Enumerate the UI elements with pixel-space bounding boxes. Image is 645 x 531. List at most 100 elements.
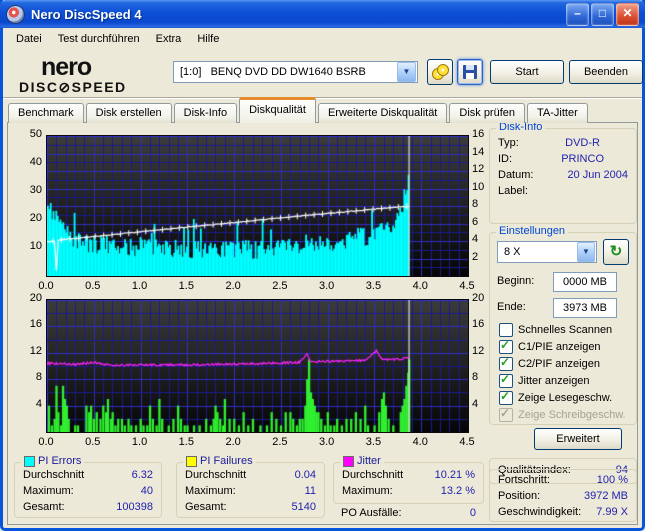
- menu-test-durchfuehren[interactable]: Test durchführen: [50, 31, 148, 47]
- axis-tick-label: 0.0: [38, 280, 54, 292]
- total-value: 100398: [116, 501, 153, 513]
- disk-id-value: PRINCO: [561, 153, 604, 165]
- axis-tick-label: 40: [29, 156, 42, 168]
- axis-tick-label: 20: [29, 292, 42, 304]
- avg-value: 0.04: [294, 469, 316, 481]
- checkbox-label: Zeige Lesegeschw.: [518, 391, 613, 404]
- disk-type-value: DVD-R: [565, 137, 600, 149]
- axis-tick-label: 4.0: [412, 436, 428, 448]
- menu-hilfe[interactable]: Hilfe: [189, 31, 227, 47]
- tab-erweiterte-diskqualitaet[interactable]: Erweiterte Diskqualität: [317, 103, 448, 123]
- speed-value: 7.99 X: [596, 506, 628, 518]
- end-field[interactable]: 3973 MB: [553, 298, 617, 318]
- po-failures-value: 0: [469, 507, 476, 519]
- tab-diskqualitaet[interactable]: Diskqualität: [239, 97, 316, 123]
- refresh-button[interactable]: ↻: [603, 239, 629, 265]
- axis-tick-label: 3.0: [319, 436, 335, 448]
- begin-label: Beginn:: [497, 275, 535, 287]
- end-label: Ende:: [497, 301, 526, 313]
- pi-failures-title: PI Failures: [200, 455, 253, 467]
- advanced-button[interactable]: Erweitert: [534, 428, 622, 450]
- total-label: Gesamt:: [23, 501, 65, 513]
- position-value: 3972 MB: [583, 490, 628, 502]
- tab-disk-erstellen[interactable]: Disk erstellen: [85, 103, 172, 123]
- tab-ta-jitter[interactable]: TA-Jitter: [527, 103, 588, 123]
- tab-disk-info[interactable]: Disk-Info: [173, 103, 238, 123]
- close-button[interactable]: ✕: [616, 2, 639, 26]
- tab-benchmark[interactable]: Benchmark: [8, 103, 84, 123]
- axis-tick-label: 4: [35, 397, 42, 410]
- refresh-icon: ↻: [609, 243, 623, 260]
- axis-tick-label: 1.5: [178, 280, 194, 292]
- quit-button[interactable]: Beenden: [569, 60, 643, 84]
- checkbox-label: Schnelles Scannen: [518, 323, 613, 336]
- checkbox-box: [499, 338, 513, 354]
- begin-field[interactable]: 0000 MB: [553, 272, 617, 292]
- menu-extra[interactable]: Extra: [148, 31, 190, 47]
- speed-label: Geschwindigkeit:: [498, 506, 582, 518]
- axis-tick-label: 1.0: [131, 280, 148, 292]
- discs-icon: [432, 64, 449, 80]
- axis-tick-label: 8: [35, 371, 42, 384]
- axis-tick-label: 12: [29, 344, 42, 357]
- total-label: Gesamt:: [185, 501, 227, 513]
- pi-failures-color-swatch: [186, 455, 197, 467]
- axis-tick-label: 10: [29, 240, 42, 252]
- drive-select[interactable]: [1:0] BENQ DVD DD DW1640 BSRB ▼: [173, 61, 418, 83]
- nero-logo: nero DISC⊘SPEED: [19, 55, 127, 95]
- avg-label: Durchschnitt: [342, 469, 404, 481]
- checkbox-box: [499, 322, 513, 337]
- max-value: 11: [304, 485, 316, 497]
- axis-tick-label: 8: [472, 198, 479, 210]
- speed-select-value: 8 X: [504, 246, 521, 258]
- disk-date-value: 20 Jun 2004: [567, 169, 628, 181]
- axis-tick-label: 0.5: [85, 436, 101, 448]
- speed-select[interactable]: 8 X ▼: [497, 241, 597, 263]
- maximize-button[interactable]: □: [591, 2, 614, 26]
- checkbox-schnelles-scannen[interactable]: Schnelles Scannen: [499, 322, 612, 337]
- po-failures-label: PO Ausfälle:: [341, 507, 402, 519]
- max-label: Maximum:: [185, 485, 236, 497]
- total-value: 5140: [291, 501, 316, 513]
- max-label: Maximum:: [342, 485, 393, 497]
- pi-errors-color-swatch: [24, 455, 35, 467]
- menu-datei[interactable]: Datei: [8, 31, 50, 47]
- axis-tick-label: 2.5: [272, 436, 288, 448]
- avg-value: 10.21 %: [434, 469, 475, 481]
- save-button[interactable]: [457, 59, 483, 85]
- checkbox-box: [499, 406, 513, 422]
- axis-tick-label: 16: [29, 318, 42, 331]
- tab-strip: Benchmark Disk erstellen Disk-Info Diskq…: [8, 97, 590, 123]
- axis-tick-label: 10: [472, 180, 485, 193]
- tab-disk-pruefen[interactable]: Disk prüfen: [449, 103, 526, 123]
- pi-errors-title: PI Errors: [38, 455, 82, 467]
- jitter-stats-box: Jitter Durchschnitt 10.21 % Maximum: 13.2 …: [333, 455, 484, 504]
- axis-tick-label: 2.0: [225, 436, 241, 448]
- checkbox-jitter[interactable]: Jitter anzeigen: [499, 372, 590, 388]
- disk-date-label: Datum:: [498, 169, 534, 181]
- axis-tick-label: 20: [472, 292, 485, 304]
- axis-tick-label: 12: [472, 344, 485, 357]
- checkbox-c1-pie[interactable]: C1/PIE anzeigen: [499, 338, 601, 354]
- checkbox-label: C2/PIF anzeigen: [518, 357, 600, 370]
- axis-tick-label: 2: [472, 250, 479, 263]
- avg-label: Durchschnitt: [185, 469, 247, 481]
- chevron-down-icon[interactable]: ▼: [577, 242, 595, 262]
- checkbox-lesegeschw[interactable]: Zeige Lesegeschw.: [499, 389, 613, 405]
- minimize-button[interactable]: –: [566, 2, 589, 26]
- max-value: 13.2 %: [440, 485, 475, 497]
- discs-button[interactable]: [427, 59, 453, 85]
- avg-label: Durchschnitt: [23, 469, 85, 481]
- pi-failures-jitter-chart: [46, 299, 469, 433]
- checkbox-c2-pif[interactable]: C2/PIF anzeigen: [499, 355, 600, 371]
- progress-label: Fortschritt:: [498, 474, 550, 486]
- axis-tick-label: 3.5: [365, 436, 382, 448]
- start-button[interactable]: Start: [490, 60, 564, 84]
- disk-id-label: ID:: [498, 153, 513, 165]
- progress-value: 100 %: [596, 474, 628, 486]
- axis-tick-label: 30: [29, 184, 42, 196]
- disk-info-group: Disk-Info Typ: DVD-R ID: PRINCO Datum: 20 J…: [489, 121, 637, 224]
- axis-tick-label: 8: [472, 371, 479, 384]
- checkbox-label: C1/PIE anzeigen: [518, 340, 601, 353]
- chevron-down-icon[interactable]: ▼: [397, 62, 416, 82]
